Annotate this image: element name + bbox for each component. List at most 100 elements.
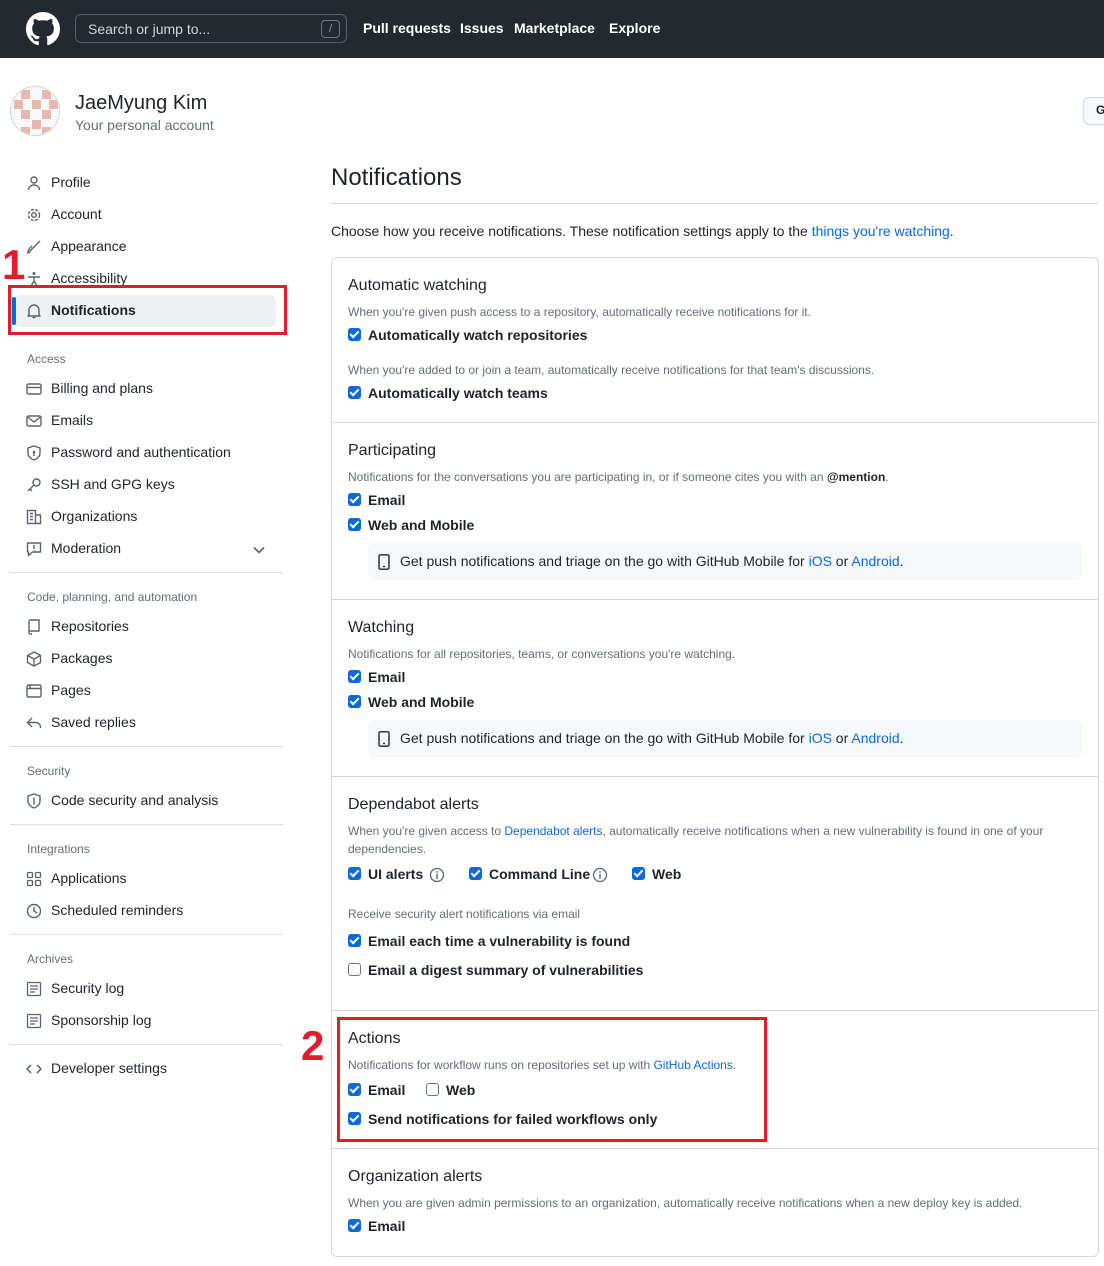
- sidebar-item-billing[interactable]: Billing and plans: [14, 373, 276, 405]
- sidebar-item-developer-settings[interactable]: Developer settings: [14, 1053, 276, 1085]
- sidebar-item-label: SSH and GPG keys: [51, 476, 175, 492]
- mobile-device-icon: [378, 731, 390, 747]
- section-title-organization-alerts: Organization alerts: [348, 1168, 483, 1185]
- sidebar-item-label: Organizations: [51, 508, 138, 524]
- avatar[interactable]: [10, 86, 60, 136]
- search-input[interactable]: Search or jump to... /: [75, 14, 347, 43]
- github-mobile-note: Get push notifications and triage on the…: [368, 543, 1082, 580]
- go-to-profile-button[interactable]: G: [1083, 97, 1104, 125]
- browser-icon: [26, 684, 42, 698]
- sidebar-item-label: Security log: [51, 980, 125, 996]
- nav-explore[interactable]: Explore: [609, 20, 660, 36]
- sidebar-item-account[interactable]: Account: [14, 199, 276, 231]
- paintbrush-icon: [27, 240, 41, 254]
- sidebar-item-security-log[interactable]: Security log: [14, 973, 276, 1005]
- sidebar-item-label: Moderation: [51, 540, 122, 556]
- checkbox-checked[interactable]: [348, 386, 361, 399]
- checkbox-checked[interactable]: [348, 867, 361, 880]
- identicon-icon: [14, 90, 58, 135]
- sidebar-item-label: Scheduled reminders: [51, 902, 184, 918]
- clock-icon: [26, 903, 42, 919]
- apps-icon: [26, 871, 42, 887]
- nav-issues[interactable]: Issues: [460, 20, 504, 36]
- sidebar-item-label: Applications: [51, 870, 127, 886]
- email-alerts-heading: Receive security alert notifications via…: [348, 907, 581, 921]
- checkbox-checked[interactable]: [348, 493, 361, 506]
- sidebar-item-sponsorship-log[interactable]: Sponsorship log: [14, 1005, 276, 1037]
- checkbox-label: Command Line: [489, 866, 591, 882]
- sidebar-item-appearance[interactable]: Appearance: [14, 231, 276, 263]
- sidebar-item-code-security[interactable]: Code security and analysis: [14, 785, 276, 817]
- mobile-device-icon: [378, 554, 390, 570]
- section-description-line2: dependencies.: [348, 842, 427, 856]
- checkbox-checked[interactable]: [469, 867, 482, 880]
- package-icon: [26, 651, 42, 667]
- sidebar-item-repositories[interactable]: Repositories: [14, 611, 276, 643]
- sidebar-item-moderation[interactable]: Moderation: [14, 533, 276, 565]
- sidebar-item-ssh-keys[interactable]: SSH and GPG keys: [14, 469, 276, 501]
- sidebar-item-label: Appearance: [51, 238, 127, 254]
- sidebar-item-label: Code security and analysis: [51, 792, 219, 808]
- checkbox-label: Email: [368, 492, 406, 508]
- nav-pull-requests[interactable]: Pull requests: [363, 20, 451, 36]
- report-icon: [26, 542, 42, 557]
- android-link[interactable]: Android: [851, 553, 899, 569]
- section-title-dependabot: Dependabot alerts: [348, 796, 479, 813]
- sidebar-item-label: Billing and plans: [51, 380, 153, 396]
- log-icon: [26, 981, 42, 997]
- sidebar-item-organizations[interactable]: Organizations: [14, 501, 276, 533]
- checkbox-checked[interactable]: [348, 670, 361, 683]
- sidebar-item-password[interactable]: Password and authentication: [14, 437, 276, 469]
- info-icon[interactable]: [429, 867, 445, 883]
- sidebar-item-saved-replies[interactable]: Saved replies: [14, 707, 276, 739]
- reply-icon: [26, 717, 42, 728]
- dependabot-alerts-link[interactable]: Dependabot alerts: [504, 824, 602, 838]
- info-icon[interactable]: [592, 867, 608, 883]
- checkbox-label: Web: [652, 866, 682, 882]
- search-shortcut-key: /: [321, 20, 340, 38]
- sidebar-heading-security: Security: [27, 764, 71, 778]
- checkbox-checked[interactable]: [632, 867, 645, 880]
- checkbox-checked[interactable]: [348, 695, 361, 708]
- checkbox-checked[interactable]: [348, 1219, 361, 1232]
- sidebar-item-emails[interactable]: Emails: [14, 405, 276, 437]
- checkbox-label: Automatically watch teams: [368, 385, 548, 401]
- annotation-number-1: 1: [2, 241, 26, 288]
- organization-icon: [26, 509, 42, 525]
- sidebar-item-pages[interactable]: Pages: [14, 675, 276, 707]
- global-header: Search or jump to... / Pull requests Iss…: [0, 0, 1104, 58]
- shield-icon: [27, 793, 41, 809]
- checkbox-checked[interactable]: [348, 518, 361, 531]
- checkbox-label: UI alerts: [368, 866, 424, 882]
- ios-link[interactable]: iOS: [809, 553, 832, 569]
- sidebar-heading-archives: Archives: [27, 952, 74, 966]
- sidebar-divider: [10, 934, 283, 935]
- section-divider: [332, 1148, 1098, 1149]
- checkbox-label: Email: [368, 669, 406, 685]
- page-title: Notifications: [331, 164, 462, 191]
- section-description: When you are given admin permissions to …: [348, 1196, 1023, 1210]
- sidebar-item-scheduled-reminders[interactable]: Scheduled reminders: [14, 895, 276, 927]
- annotation-box-2: [337, 1017, 767, 1142]
- sidebar-item-applications[interactable]: Applications: [14, 863, 276, 895]
- github-logo-icon[interactable]: [26, 12, 60, 46]
- sidebar-item-profile[interactable]: Profile: [14, 167, 276, 199]
- section-description: When you're added to or join a team, aut…: [348, 363, 875, 377]
- things-watching-link[interactable]: things you're watching: [812, 223, 950, 239]
- person-icon: [27, 176, 41, 191]
- chevron-down-icon[interactable]: [252, 543, 266, 557]
- ios-link[interactable]: iOS: [809, 730, 832, 746]
- checkbox-checked[interactable]: [348, 934, 361, 947]
- title-divider: [331, 203, 1098, 204]
- sidebar-item-label: Repositories: [51, 618, 129, 634]
- checkbox-unchecked[interactable]: [348, 963, 361, 976]
- sidebar-item-packages[interactable]: Packages: [14, 643, 276, 675]
- nav-marketplace[interactable]: Marketplace: [514, 20, 595, 36]
- section-description: Notifications for all repositories, team…: [348, 647, 736, 661]
- credit-card-icon: [26, 383, 42, 395]
- section-divider: [332, 422, 1098, 423]
- section-divider: [332, 1010, 1098, 1011]
- sidebar-divider: [10, 824, 283, 825]
- android-link[interactable]: Android: [851, 730, 899, 746]
- checkbox-checked[interactable]: [348, 328, 361, 341]
